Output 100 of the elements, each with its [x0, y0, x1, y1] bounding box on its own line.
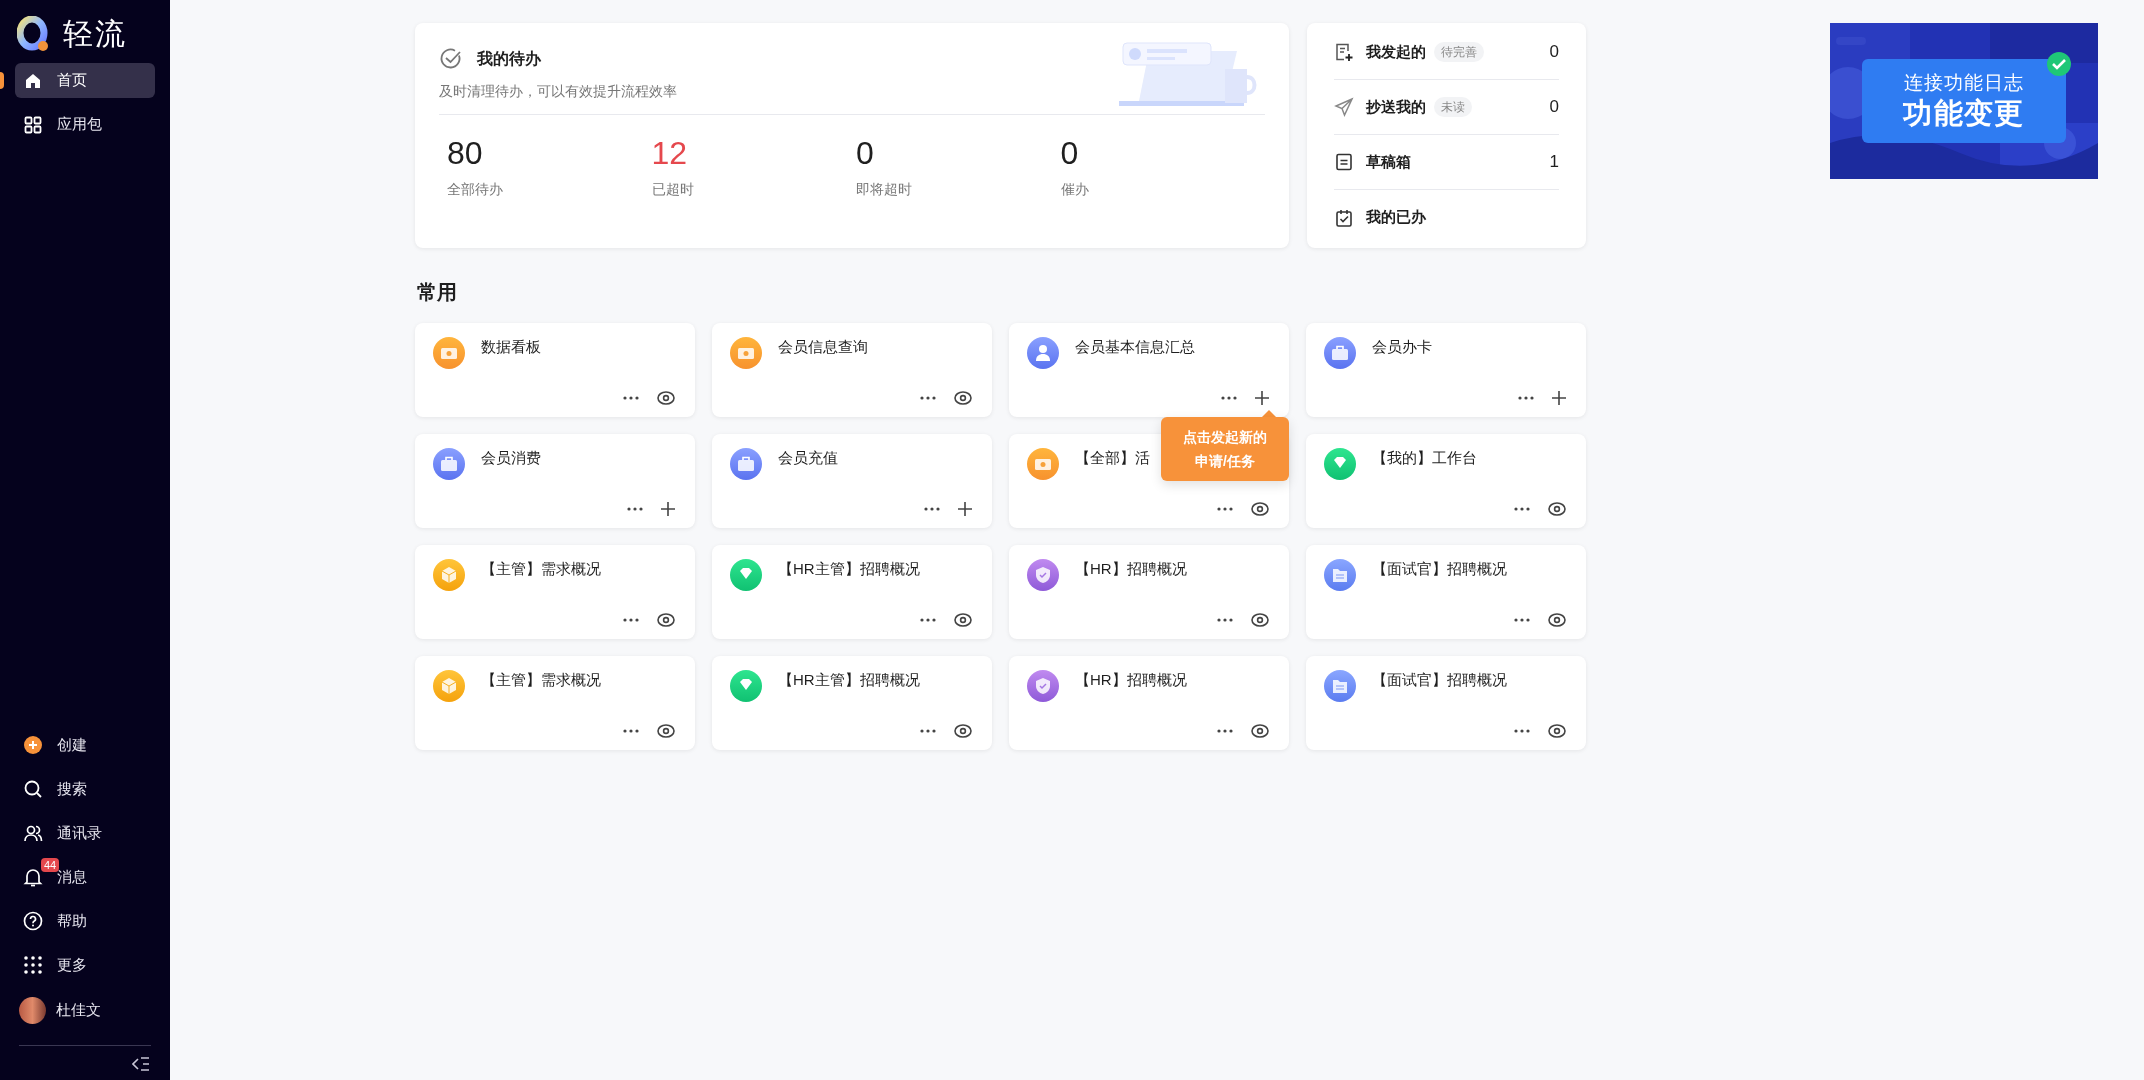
more-icon[interactable]	[1217, 618, 1233, 622]
section-title: 常用	[417, 280, 458, 305]
more-icon[interactable]	[623, 396, 639, 400]
eye-icon[interactable]	[954, 613, 972, 627]
count: 0	[1549, 96, 1559, 119]
app-card[interactable]: 【HR】招聘概况	[1009, 656, 1289, 750]
plus-icon[interactable]	[1552, 391, 1566, 405]
eye-icon[interactable]	[1548, 613, 1566, 627]
app-title: 会员充值	[778, 448, 838, 468]
more-icon[interactable]	[1217, 507, 1233, 511]
collapse-icon[interactable]	[132, 1056, 150, 1072]
folder-icon	[1324, 559, 1356, 591]
app-card[interactable]: 【主管】需求概况	[415, 545, 695, 639]
app-card[interactable]: 【面试官】招聘概况	[1306, 545, 1586, 639]
more-icon[interactable]	[920, 396, 936, 400]
nav-item[interactable]: 通讯录	[0, 811, 170, 855]
app-card[interactable]: 【主管】需求概况	[415, 656, 695, 750]
more-icon[interactable]	[627, 507, 643, 511]
app-card[interactable]: 会员充值	[712, 434, 992, 528]
people-icon	[23, 823, 43, 843]
app-title: 【面试官】招聘概况	[1372, 670, 1507, 690]
more-icon[interactable]	[1514, 507, 1530, 511]
banner-subtitle: 连接功能日志	[1904, 71, 2024, 95]
nav-item[interactable]: 更多	[0, 943, 170, 987]
more-icon[interactable]	[1221, 396, 1237, 400]
app-card[interactable]: 【我的】工作台	[1306, 434, 1586, 528]
app-title: 数据看板	[481, 337, 541, 357]
cube-icon	[433, 670, 465, 702]
paper-plane-icon	[1334, 97, 1354, 117]
folder-icon	[1324, 670, 1356, 702]
app-title: 【HR】招聘概况	[1075, 670, 1187, 690]
plus-icon[interactable]	[958, 502, 972, 516]
changelog-banner[interactable]: 连接功能日志 功能变更	[1830, 23, 2098, 179]
calendar-check-icon	[1334, 207, 1354, 228]
tooltip: 点击发起新的申请/任务	[1161, 417, 1289, 481]
stat-label: 催办	[1060, 180, 1090, 199]
plus-icon[interactable]	[1255, 391, 1269, 405]
briefcase-icon	[433, 448, 465, 480]
more-icon[interactable]	[1518, 396, 1534, 400]
eye-icon[interactable]	[954, 724, 972, 738]
avatar	[19, 996, 46, 1024]
more-icon[interactable]	[924, 507, 940, 511]
nav-item[interactable]: 应用包	[15, 107, 155, 142]
app-card[interactable]: 数据看板	[415, 323, 695, 417]
nav-item[interactable]: 帮助	[0, 899, 170, 943]
eye-icon[interactable]	[954, 391, 972, 405]
app-card[interactable]: 会员消费	[415, 434, 695, 528]
eye-icon[interactable]	[657, 724, 675, 738]
app-title: 【全部】活	[1075, 448, 1150, 468]
app-title: 【HR】招聘概况	[1075, 559, 1187, 579]
eye-icon[interactable]	[1251, 613, 1269, 627]
stat-label: 已超时	[651, 180, 695, 199]
app-card[interactable]: 【HR主管】招聘概况	[712, 656, 992, 750]
app-card[interactable]: 【HR主管】招聘概况	[712, 545, 992, 639]
user-name: 杜佳文	[56, 999, 101, 1020]
stat-value[interactable]: 80	[447, 137, 652, 169]
stat-value[interactable]: 12	[651, 137, 856, 169]
count: 0	[1549, 41, 1559, 64]
summary-row[interactable]: 我发起的 待完善 0	[1334, 25, 1559, 80]
eye-icon[interactable]	[1251, 502, 1269, 516]
app-title: 会员消费	[481, 448, 541, 468]
more-icon[interactable]	[623, 618, 639, 622]
stat-value[interactable]: 0	[1060, 137, 1265, 169]
nav-item[interactable]: 创建	[0, 723, 170, 767]
banner-title: 功能变更	[1903, 95, 2025, 131]
more-icon[interactable]	[1217, 729, 1233, 733]
app-title: 会员信息查询	[778, 337, 868, 357]
bell-icon	[23, 867, 43, 887]
eye-icon[interactable]	[1251, 724, 1269, 738]
app-card[interactable]: 会员信息查询	[712, 323, 992, 417]
more-icon[interactable]	[623, 729, 639, 733]
eye-icon[interactable]	[657, 613, 675, 627]
more-icon[interactable]	[1514, 729, 1530, 733]
more-icon[interactable]	[920, 618, 936, 622]
nav-item[interactable]: 首页	[15, 63, 155, 98]
logo-text: 轻流	[63, 18, 126, 49]
app-card[interactable]: 【HR】招聘概况	[1009, 545, 1289, 639]
briefcase-icon	[1324, 337, 1356, 369]
nav-item[interactable]: 消息 44	[0, 855, 170, 899]
more-icon[interactable]	[1514, 618, 1530, 622]
eye-icon[interactable]	[1548, 724, 1566, 738]
help-icon	[23, 911, 43, 931]
stat-value[interactable]: 0	[856, 137, 1061, 169]
wallet-icon	[730, 337, 762, 369]
app-card[interactable]: 会员办卡	[1306, 323, 1586, 417]
user-profile[interactable]: 杜佳文	[0, 987, 170, 1033]
app-title: 会员基本信息汇总	[1075, 337, 1195, 357]
eye-icon[interactable]	[657, 391, 675, 405]
card-title: 我的待办	[477, 49, 541, 69]
plus-circle-icon	[23, 735, 43, 755]
app-card[interactable]: 【面试官】招聘概况	[1306, 656, 1586, 750]
summary-row[interactable]: 我的已办	[1334, 190, 1559, 245]
plus-icon[interactable]	[661, 502, 675, 516]
summary-row[interactable]: 抄送我的 未读 0	[1334, 80, 1559, 135]
summary-row[interactable]: 草稿箱 1	[1334, 135, 1559, 190]
nav-item[interactable]: 搜索	[0, 767, 170, 811]
more-icon[interactable]	[920, 729, 936, 733]
eye-icon[interactable]	[1548, 502, 1566, 516]
check-badge-icon	[2046, 51, 2072, 77]
document-icon	[1334, 152, 1354, 172]
